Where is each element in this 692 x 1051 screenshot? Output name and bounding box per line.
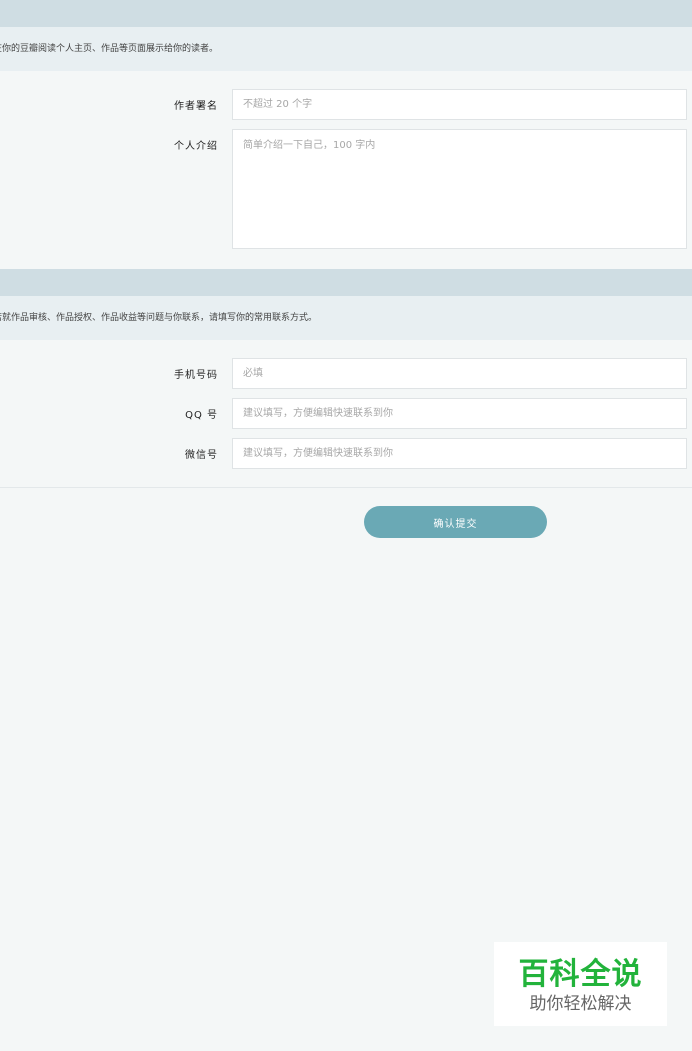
profile-section-note-text: 在你的豆瓣阅读个人主页、作品等页面展示给你的读者。 <box>0 44 219 54</box>
bio-label: 个人介绍 <box>174 141 218 152</box>
qq-input[interactable] <box>232 398 687 429</box>
bio-textarea[interactable] <box>232 129 687 249</box>
phone-label: 手机号码 <box>174 370 218 381</box>
profile-section-note: 在你的豆瓣阅读个人主页、作品等页面展示给你的读者。 <box>0 27 692 71</box>
watermark-subtitle: 助你轻松解决 <box>529 994 632 1014</box>
wechat-input[interactable] <box>232 438 687 469</box>
watermark-title: 百科全说 <box>518 957 643 992</box>
wechat-label: 微信号 <box>185 450 218 461</box>
pen-name-label: 作者署名 <box>174 101 218 112</box>
pen-name-input[interactable] <box>232 89 687 120</box>
contact-section-header <box>0 269 692 296</box>
phone-input[interactable] <box>232 358 687 389</box>
contact-section-note: 若就作品审核、作品授权、作品收益等问题与你联系，请填写你的常用联系方式。 <box>0 296 692 340</box>
submit-button[interactable]: 确认提交 <box>364 506 547 538</box>
watermark-logo: 百科全说 助你轻松解决 <box>494 942 667 1026</box>
author-profile-form-page: 在你的豆瓣阅读个人主页、作品等页面展示给你的读者。 作者署名 个人介绍 若就作品… <box>0 0 692 1051</box>
qq-label: QQ 号 <box>185 410 218 421</box>
contact-section-note-text: 若就作品审核、作品授权、作品收益等问题与你联系，请填写你的常用联系方式。 <box>0 313 318 323</box>
profile-section-header <box>0 0 692 27</box>
form-divider <box>0 487 692 488</box>
